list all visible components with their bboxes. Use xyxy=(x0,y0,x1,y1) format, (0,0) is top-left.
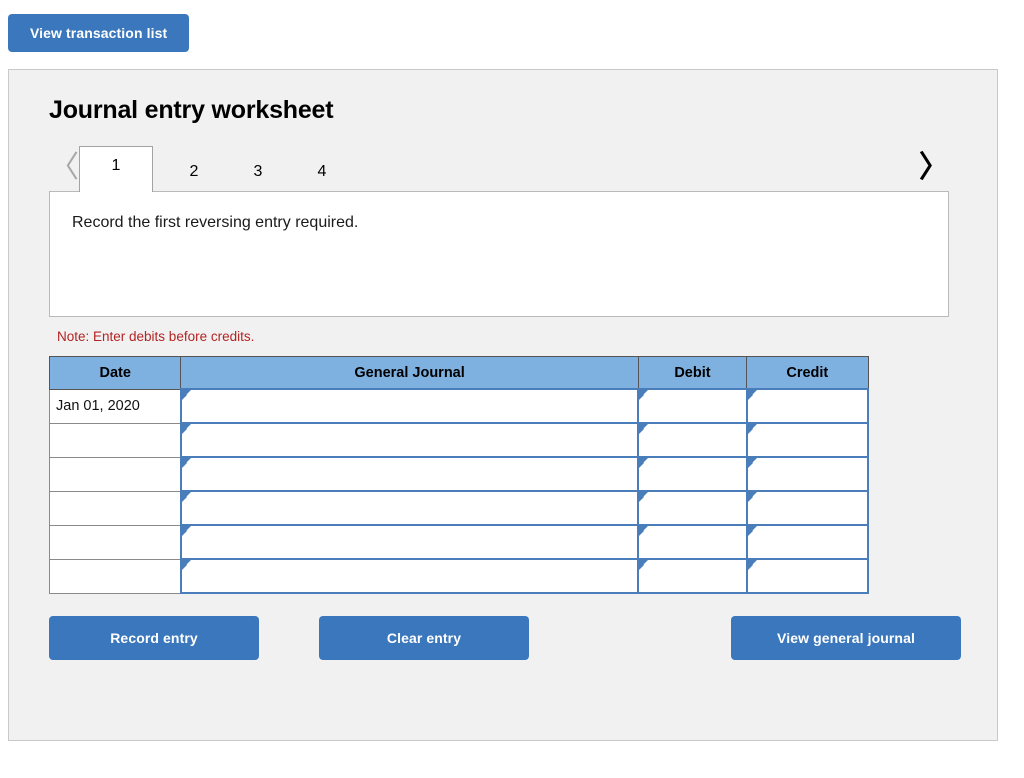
debit-cell[interactable] xyxy=(637,422,748,458)
table-row xyxy=(48,524,870,560)
page-title: Journal entry worksheet xyxy=(49,96,334,124)
credit-cell[interactable] xyxy=(745,490,870,526)
top-toolbar: View transaction list xyxy=(0,0,1024,52)
date-cell[interactable] xyxy=(48,422,182,458)
credit-cell[interactable] xyxy=(745,456,870,492)
table-header-row: Date General Journal Debit Credit xyxy=(48,356,869,390)
column-header-general-journal: General Journal xyxy=(180,356,639,390)
general-journal-cell[interactable] xyxy=(179,456,640,492)
chevron-right-icon[interactable]: 〉 xyxy=(919,153,949,191)
instruction-text: Record the first reversing entry require… xyxy=(72,214,359,231)
action-button-row: Record entry Clear entry View general jo… xyxy=(49,616,961,662)
general-journal-cell[interactable] xyxy=(179,490,640,526)
date-cell[interactable]: Jan 01, 2020 xyxy=(48,388,182,424)
column-header-date: Date xyxy=(48,356,182,390)
date-cell[interactable] xyxy=(48,524,182,560)
view-transaction-list-button[interactable]: View transaction list xyxy=(8,14,190,52)
worksheet-tab-1[interactable]: 1 xyxy=(79,146,153,192)
worksheet-tab-2[interactable]: 2 xyxy=(171,163,217,191)
debit-cell[interactable] xyxy=(637,456,748,492)
record-entry-button[interactable]: Record entry xyxy=(49,616,259,660)
date-cell[interactable] xyxy=(48,490,182,526)
journal-entry-table: Date General Journal Debit Credit Jan 01… xyxy=(48,356,870,594)
table-row xyxy=(48,558,870,594)
column-header-credit: Credit xyxy=(746,356,869,390)
date-cell[interactable] xyxy=(48,558,182,594)
general-journal-cell[interactable] xyxy=(179,524,640,560)
credit-cell[interactable] xyxy=(745,388,870,424)
credit-cell[interactable] xyxy=(745,422,870,458)
worksheet-tab-3[interactable]: 3 xyxy=(235,163,281,191)
debit-cell[interactable] xyxy=(637,388,748,424)
credit-cell[interactable] xyxy=(745,524,870,560)
debit-cell[interactable] xyxy=(637,558,748,594)
chevron-left-icon[interactable]: 〈 xyxy=(49,153,79,191)
journal-entry-panel: Journal entry worksheet 〈 1 2 3 4 〉 Reco… xyxy=(8,69,998,741)
debit-cell[interactable] xyxy=(637,524,748,560)
table-row: Jan 01, 2020 xyxy=(48,388,870,424)
table-row xyxy=(48,422,870,458)
debit-cell[interactable] xyxy=(637,490,748,526)
date-cell[interactable] xyxy=(48,456,182,492)
journal-entry-panel-content: Journal entry worksheet 〈 1 2 3 4 〉 Reco… xyxy=(9,70,997,662)
general-journal-cell[interactable] xyxy=(179,558,640,594)
column-header-debit: Debit xyxy=(637,356,748,390)
credit-cell[interactable] xyxy=(745,558,870,594)
clear-entry-button[interactable]: Clear entry xyxy=(319,616,529,660)
worksheet-tab-strip: 〈 1 2 3 4 〉 xyxy=(49,145,949,192)
instruction-box: Record the first reversing entry require… xyxy=(49,191,949,317)
table-row xyxy=(48,456,870,492)
worksheet-tab-4[interactable]: 4 xyxy=(299,163,345,191)
table-row xyxy=(48,490,870,526)
view-general-journal-button[interactable]: View general journal xyxy=(731,616,961,660)
general-journal-cell[interactable] xyxy=(179,422,640,458)
general-journal-cell[interactable] xyxy=(179,388,640,424)
debits-before-credits-note: Note: Enter debits before credits. xyxy=(57,329,255,344)
